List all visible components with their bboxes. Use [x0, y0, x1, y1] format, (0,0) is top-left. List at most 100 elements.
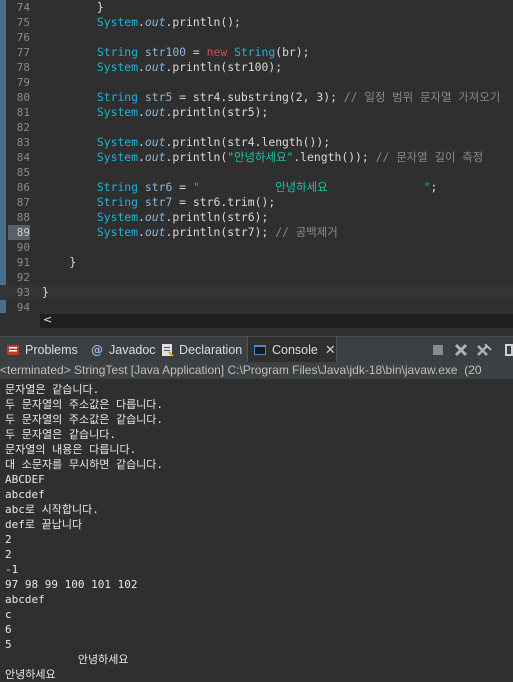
console-line: 안녕하세요	[5, 668, 56, 681]
code-line[interactable]: 85	[0, 165, 513, 180]
code-line[interactable]: 76	[0, 30, 513, 45]
remove-launch-icon[interactable]	[453, 342, 469, 358]
code-token: // 문자열 길이 측정	[375, 150, 484, 164]
code-line[interactable]: 93}	[0, 285, 513, 300]
code-token: str6	[144, 180, 173, 194]
tab-console[interactable]: Console ✕	[247, 337, 337, 363]
code-token: System	[96, 60, 139, 74]
line-number: 83	[16, 136, 30, 149]
console-line: def로 끝납니다	[5, 518, 83, 531]
code-token: String	[234, 45, 276, 59]
code-token: // 공백제거	[275, 225, 338, 239]
line-number: 89	[8, 225, 30, 240]
console-output[interactable]: 문자열은 같습니다. 두 문자열의 주소값은 다릅니다. 두 문자열의 주소값은 같…	[0, 379, 513, 681]
code-text: System.out.println(str100);	[42, 60, 282, 75]
terminate-icon[interactable]	[430, 342, 446, 358]
line-number: 94	[16, 301, 30, 314]
code-token: str5	[144, 90, 173, 104]
line-number: 76	[16, 31, 30, 44]
code-text: }	[42, 0, 104, 15]
line-number: 88	[16, 211, 30, 224]
console-line: 6	[5, 623, 12, 636]
console-line: -1	[5, 563, 19, 576]
javadoc-icon: @	[91, 343, 103, 357]
code-text: }	[42, 285, 49, 300]
code-line[interactable]: 92	[0, 270, 513, 285]
code-token: = str4.substring(	[172, 90, 296, 104]
code-token: System	[96, 225, 139, 239]
scroll-left-icon[interactable]: <	[43, 313, 52, 326]
code-token: str7	[144, 195, 173, 209]
code-token: .	[138, 225, 145, 239]
console-icon	[253, 343, 267, 357]
code-line[interactable]: 86 String str6 = " 안녕하세요 ";	[0, 180, 513, 195]
code-token: .println(	[165, 150, 228, 164]
line-number: 93	[16, 286, 30, 299]
code-token: .println(str7);	[165, 225, 276, 239]
code-token: .	[138, 105, 145, 119]
code-text: System.out.println(str7); // 공백제거	[42, 225, 338, 240]
remove-all-launches-icon[interactable]	[476, 342, 492, 358]
close-icon[interactable]: ✕	[325, 342, 336, 358]
line-number: 92	[16, 271, 30, 284]
code-line[interactable]: 74 }	[0, 0, 513, 15]
console-line: 2	[5, 533, 12, 546]
code-token: out	[144, 15, 166, 29]
tab-problems[interactable]: Problems	[6, 337, 78, 363]
code-line[interactable]: 75 System.out.println();	[0, 15, 513, 30]
console-line: 안녕하세요	[5, 653, 129, 666]
code-line[interactable]: 90	[0, 240, 513, 255]
code-line[interactable]: 79	[0, 75, 513, 90]
code-line[interactable]: 87 String str7 = str6.trim();	[0, 195, 513, 210]
code-text: System.out.println();	[42, 15, 241, 30]
code-line[interactable]: 78 System.out.println(str100);	[0, 60, 513, 75]
bottom-panel-tabbar: Problems @ Javadoc Declaration Console ✕	[0, 336, 513, 363]
code-line[interactable]: 89 System.out.println(str7); // 공백제거	[0, 225, 513, 240]
code-token: .	[138, 15, 145, 29]
code-line[interactable]: 91 }	[0, 255, 513, 270]
code-token: .println(str100);	[165, 60, 283, 74]
code-token: " 안녕하세요 "	[192, 180, 431, 194]
code-text: System.out.println(str6);	[42, 210, 268, 225]
code-editor[interactable]: 74 } 75 System.out.println(); 76 77 String …	[0, 0, 513, 315]
line-number: 75	[16, 16, 30, 29]
code-line[interactable]: 81 System.out.println(str5);	[0, 105, 513, 120]
tab-declaration[interactable]: Declaration	[160, 337, 242, 363]
code-token: new	[206, 45, 235, 59]
code-line[interactable]: 80 String str5 = str4.substring(2, 3); /…	[0, 90, 513, 105]
horizontal-scrollbar[interactable]: <	[40, 313, 513, 328]
line-number: 91	[16, 256, 30, 269]
line-number: 82	[16, 121, 30, 134]
console-line: abcdef	[5, 593, 45, 606]
line-number: 77	[16, 46, 30, 59]
code-text: String str100 = new String(br);	[42, 45, 310, 60]
code-line[interactable]: 88 System.out.println(str6);	[0, 210, 513, 225]
code-token: =	[172, 180, 193, 194]
code-line[interactable]: 82	[0, 120, 513, 135]
code-token: out	[144, 225, 166, 239]
code-line[interactable]: 94	[0, 300, 513, 315]
line-number: 87	[16, 196, 30, 209]
code-line[interactable]: 83 System.out.println(str4.length());	[0, 135, 513, 150]
declaration-icon	[160, 343, 174, 357]
code-line[interactable]: 77 String str100 = new String(br);	[0, 45, 513, 60]
console-line: 5	[5, 638, 12, 651]
code-token: (br);	[275, 45, 310, 59]
code-token: out	[144, 60, 166, 74]
display-console-icon[interactable]	[501, 342, 513, 358]
code-token: "안녕하세요"	[227, 150, 294, 164]
console-line: c	[5, 608, 12, 621]
code-token: .	[138, 150, 145, 164]
code-token: out	[144, 105, 166, 119]
tab-label: Console	[272, 343, 318, 357]
tab-javadoc[interactable]: @ Javadoc	[90, 337, 156, 363]
code-token: // 일정 범위 문자열 가져오기	[343, 90, 501, 104]
code-line[interactable]: 84 System.out.println("안녕하세요".length());…	[0, 150, 513, 165]
code-token: out	[144, 210, 166, 224]
